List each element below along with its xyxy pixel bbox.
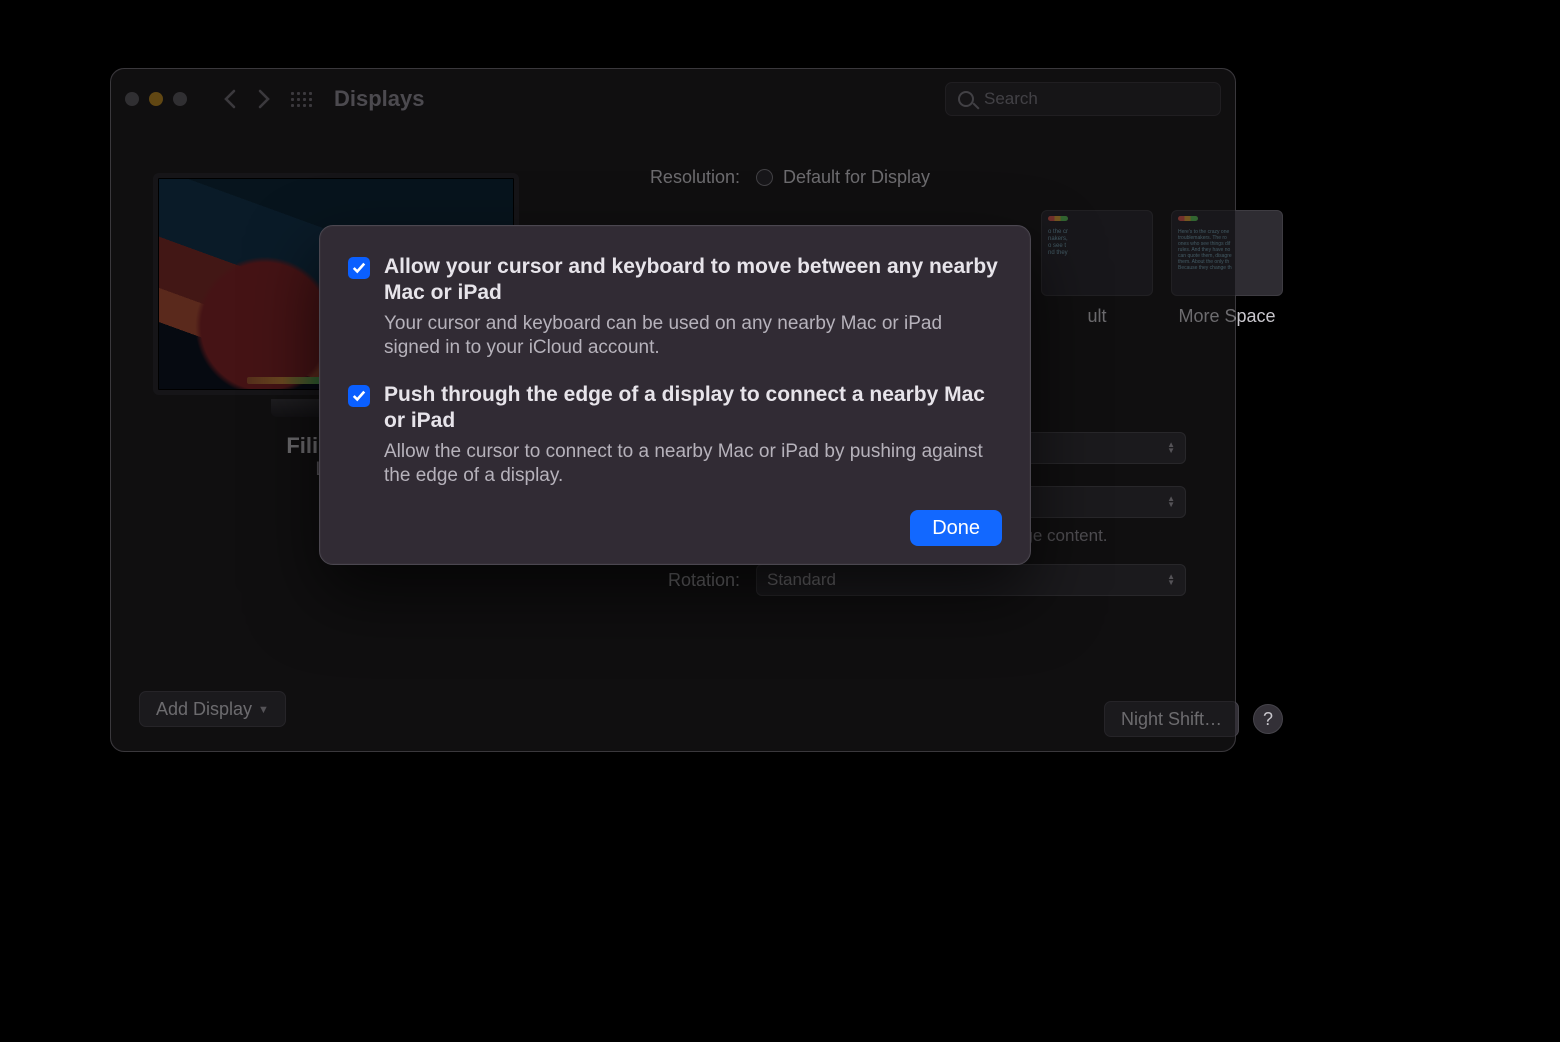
checkbox-push-edge[interactable]: [348, 385, 370, 407]
option-desc: Your cursor and keyboard can be used on …: [384, 312, 1002, 360]
close-icon[interactable]: [125, 92, 139, 106]
scaling-option-default[interactable]: o the cr nakers, o see t nd they ult: [1041, 210, 1153, 296]
universal-control-sheet: Allow your cursor and keyboard to move b…: [319, 225, 1031, 565]
titlebar: Displays Search: [111, 69, 1235, 129]
scaling-thumb-icon: Here's to the crazy one troublemakers. T…: [1171, 210, 1283, 296]
option-title: Push through the edge of a display to co…: [384, 382, 1002, 434]
night-shift-label: Night Shift…: [1121, 709, 1222, 730]
stepper-icon: ▲▼: [1167, 496, 1175, 508]
forward-button[interactable]: [247, 82, 281, 116]
stepper-icon: ▲▼: [1167, 442, 1175, 454]
add-display-button[interactable]: Add Display ▼: [139, 691, 286, 727]
window-title: Displays: [334, 86, 425, 112]
traffic-lights[interactable]: [125, 92, 187, 106]
resolution-row: Resolution: Default for Display: [581, 167, 1283, 188]
search-placeholder: Search: [984, 89, 1038, 109]
back-button[interactable]: [213, 82, 247, 116]
checkmark-icon: [352, 389, 366, 403]
all-prefs-icon[interactable]: [291, 92, 312, 107]
scaling-thumb-icon: o the cr nakers, o see t nd they: [1041, 210, 1153, 296]
option-desc: Allow the cursor to connect to a nearby …: [384, 440, 1002, 488]
add-display-label: Add Display: [156, 699, 252, 720]
rotation-value: Standard: [767, 570, 836, 590]
scaling-option-more-space[interactable]: Here's to the crazy one troublemakers. T…: [1171, 210, 1283, 296]
rotation-row: Rotation: Standard ▲▼: [581, 564, 1283, 596]
chevron-right-icon: [257, 89, 271, 109]
radio-default-icon[interactable]: [756, 169, 773, 186]
scaling-caption: ult: [1041, 306, 1153, 327]
chevron-left-icon: [223, 89, 237, 109]
option-title: Allow your cursor and keyboard to move b…: [384, 254, 1002, 306]
night-shift-button[interactable]: Night Shift…: [1104, 701, 1239, 737]
resolution-default-option[interactable]: Default for Display: [783, 167, 930, 188]
scaling-caption: More Space: [1171, 306, 1283, 327]
rotation-popup[interactable]: Standard ▲▼: [756, 564, 1186, 596]
resolution-label: Resolution:: [581, 167, 756, 188]
stepper-icon: ▲▼: [1167, 574, 1175, 586]
search-icon: [958, 91, 974, 107]
minimize-icon[interactable]: [149, 92, 163, 106]
rotation-label: Rotation:: [581, 570, 756, 591]
zoom-icon[interactable]: [173, 92, 187, 106]
checkbox-allow-cursor[interactable]: [348, 257, 370, 279]
search-input[interactable]: Search: [945, 82, 1221, 116]
option-allow-cursor: Allow your cursor and keyboard to move b…: [348, 254, 1002, 360]
option-push-edge: Push through the edge of a display to co…: [348, 382, 1002, 488]
help-button[interactable]: ?: [1253, 704, 1283, 734]
scaling-thumbnails: o the cr nakers, o see t nd they ult Her…: [1041, 210, 1283, 296]
checkmark-icon: [352, 261, 366, 275]
done-button[interactable]: Done: [910, 510, 1002, 546]
chevron-down-icon: ▼: [258, 704, 269, 716]
